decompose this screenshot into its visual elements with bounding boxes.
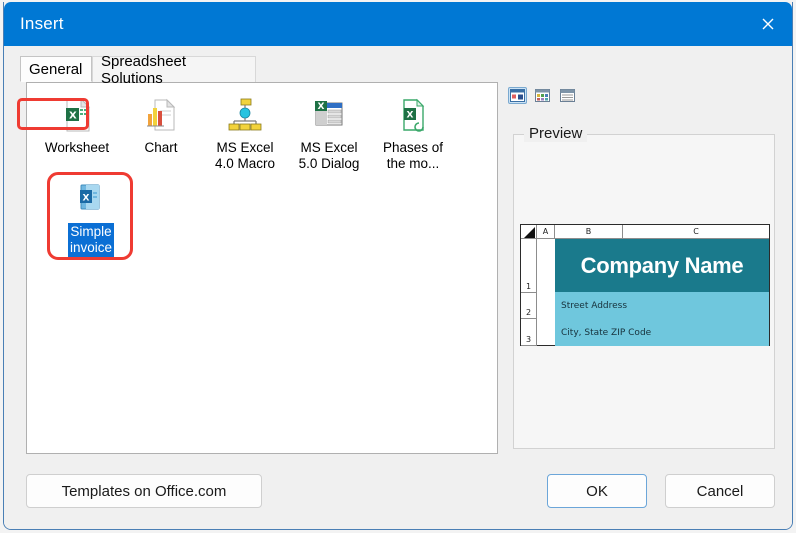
template-item-label: MS Excel 4.0 Macro — [213, 139, 277, 173]
cancel-label: Cancel — [697, 483, 744, 500]
close-icon — [760, 16, 776, 32]
company-name-text: Company Name — [581, 253, 744, 279]
template-item-label: Chart — [142, 139, 179, 157]
list-view-button[interactable] — [558, 87, 577, 104]
row-header-3: 3 — [521, 319, 537, 346]
template-item-simple-invoice[interactable]: X Simple invoice — [49, 179, 133, 257]
excel-dialog-icon: X — [309, 95, 349, 135]
preview-pane: Preview A B C 1 2 3 Company Name — [508, 82, 776, 454]
tab-spreadsheet-solutions[interactable]: Spreadsheet Solutions — [92, 56, 256, 82]
preview-label: Preview — [524, 125, 587, 142]
ok-button[interactable]: OK — [547, 474, 647, 508]
small-icons-view-button[interactable] — [533, 87, 552, 104]
small-icons-view-icon — [535, 89, 550, 102]
template-item-ms-excel-5-dialog[interactable]: X MS Excel 5.0 Dialog — [287, 95, 371, 173]
preview-spreadsheet: A B C 1 2 3 Company Name Street Address … — [520, 224, 770, 346]
tab-general[interactable]: General — [20, 56, 92, 82]
template-icon-panel[interactable]: X Worksheet — [26, 82, 498, 454]
excel-worksheet-icon: X — [57, 95, 97, 135]
template-item-label: Phases of the mo... — [381, 139, 445, 173]
svg-text:X: X — [407, 111, 414, 121]
dialog-title: Insert — [20, 14, 64, 34]
chart-document-icon — [141, 95, 181, 135]
ok-label: OK — [586, 483, 608, 500]
tab-strip: General Spreadsheet Solutions — [20, 56, 776, 82]
cell-company-name: Company Name — [555, 239, 769, 292]
sheet-rows: 1 2 3 Company Name Street Address City, … — [521, 239, 769, 345]
row-header-2: 2 — [521, 293, 537, 319]
preview-group-box: Preview A B C 1 2 3 Company Name — [513, 134, 775, 449]
large-icons-view-button[interactable] — [508, 87, 527, 104]
large-icons-view-icon — [510, 89, 525, 102]
template-item-label: Worksheet — [43, 139, 111, 157]
title-bar: Insert — [4, 2, 792, 46]
dialog-body: General Spreadsheet Solutions X — [4, 46, 792, 529]
template-item-ms-excel-4-macro[interactable]: MS Excel 4.0 Macro — [203, 95, 287, 173]
cancel-button[interactable]: Cancel — [665, 474, 775, 508]
column-header-c: C — [623, 225, 769, 238]
row-header-1: 1 — [521, 239, 537, 293]
template-item-label: Simple invoice — [68, 223, 114, 257]
svg-text:X: X — [83, 194, 90, 204]
template-item-worksheet[interactable]: X Worksheet — [35, 95, 119, 157]
column-header-b: B — [555, 225, 623, 238]
cell-street-address: Street Address — [555, 292, 769, 319]
template-item-phases-of-the-moon[interactable]: X Phases of the mo... — [371, 95, 455, 173]
templates-on-office-label: Templates on Office.com — [62, 483, 227, 500]
column-header-a: A — [537, 225, 555, 238]
tab-spreadsheet-solutions-label: Spreadsheet Solutions — [101, 53, 247, 87]
list-view-icon — [560, 89, 575, 102]
excel-invoice-icon: X — [71, 179, 111, 219]
macro-hierarchy-icon — [225, 95, 265, 135]
select-all-corner — [521, 225, 537, 238]
svg-text:X: X — [318, 102, 325, 112]
templates-on-office-button[interactable]: Templates on Office.com — [26, 474, 262, 508]
svg-text:X: X — [69, 111, 77, 122]
excel-template-icon: X — [393, 95, 433, 135]
tab-general-label: General — [29, 61, 82, 78]
cell-city-state-zip: City, State ZIP Code — [555, 319, 769, 346]
template-item-chart[interactable]: Chart — [119, 95, 203, 157]
insert-dialog: Insert General Spreadsheet Solutions — [3, 2, 793, 530]
template-item-label: MS Excel 5.0 Dialog — [297, 139, 362, 173]
view-toggle-group — [508, 87, 577, 104]
sheet-column-headers: A B C — [521, 225, 769, 239]
close-button[interactable] — [744, 2, 792, 46]
